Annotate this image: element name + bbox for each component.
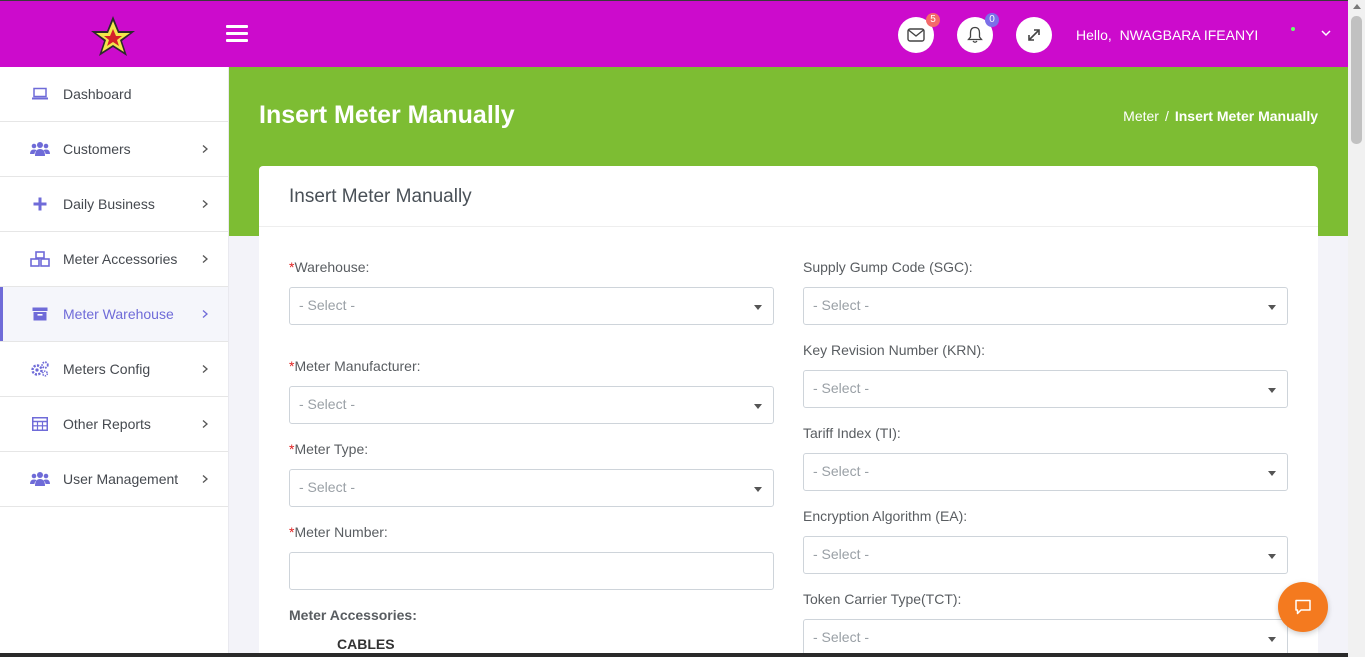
- users-icon: [30, 470, 50, 488]
- laptop-icon: [30, 85, 50, 103]
- meter-number-label: *Meter Number:: [289, 524, 388, 540]
- sidebar-item-daily-business[interactable]: Daily Business: [0, 177, 228, 232]
- chevron-down-icon[interactable]: [1321, 29, 1331, 37]
- chevron-right-icon: [202, 310, 208, 318]
- bottom-edge: [0, 653, 1348, 657]
- bell-icon: [967, 26, 983, 43]
- online-status-dot: [1291, 27, 1295, 31]
- encryption-algorithm-select[interactable]: - Select -: [803, 536, 1288, 574]
- breadcrumb-current: Insert Meter Manually: [1174, 108, 1318, 124]
- accessory-item-cables[interactable]: CABLES: [337, 636, 395, 652]
- fullscreen-button[interactable]: [1016, 17, 1052, 53]
- chat-icon: [1295, 599, 1311, 615]
- caret-down-icon: [1268, 388, 1276, 393]
- cogs-icon: [30, 360, 50, 378]
- plus-icon: [30, 195, 50, 213]
- archive-icon: [30, 305, 50, 323]
- sgc-select[interactable]: - Select -: [803, 287, 1288, 325]
- meter-manufacturer-select[interactable]: - Select -: [289, 386, 774, 424]
- caret-down-icon: [1268, 637, 1276, 642]
- chevron-right-icon: [202, 420, 208, 428]
- sidebar-item-meters-config[interactable]: Meters Config: [0, 342, 228, 397]
- warehouse-label: *Warehouse:: [289, 259, 370, 275]
- sidebar-item-customers[interactable]: Customers: [0, 122, 228, 177]
- tariff-index-label: Tariff Index (TI):: [803, 425, 901, 441]
- page-title: Insert Meter Manually: [259, 101, 515, 129]
- notifications-button[interactable]: 0: [957, 13, 999, 53]
- notifications-badge: 0: [985, 13, 999, 27]
- sidebar-item-label: Meter Warehouse: [63, 306, 174, 322]
- breadcrumb: Meter / Insert Meter Manually: [1123, 108, 1318, 124]
- warehouse-select[interactable]: - Select -: [289, 287, 774, 325]
- chevron-right-icon: [202, 365, 208, 373]
- chevron-right-icon: [202, 255, 208, 263]
- top-bar: 5 0 Hello, NWAGBARA IFEANYI: [0, 0, 1348, 67]
- caret-down-icon: [754, 487, 762, 492]
- meter-number-input[interactable]: [289, 552, 774, 590]
- meter-manufacturer-label: *Meter Manufacturer:: [289, 358, 421, 374]
- meter-accessories-label: Meter Accessories:: [289, 607, 417, 623]
- cubes-icon: [30, 250, 50, 268]
- caret-down-icon: [1268, 471, 1276, 476]
- encryption-algorithm-label: Encryption Algorithm (EA):: [803, 508, 968, 524]
- sidebar: Dashboard Customers Daily Business Meter…: [0, 67, 229, 657]
- user-greeting[interactable]: Hello, NWAGBARA IFEANYI: [1076, 27, 1258, 43]
- krn-label: Key Revision Number (KRN):: [803, 342, 986, 358]
- krn-select[interactable]: - Select -: [803, 370, 1288, 408]
- users-icon: [30, 140, 50, 158]
- meter-type-label: *Meter Type:: [289, 441, 369, 457]
- page-scrollbar[interactable]: [1348, 0, 1365, 657]
- token-carrier-type-select[interactable]: - Select -: [803, 619, 1288, 657]
- tariff-index-select[interactable]: - Select -: [803, 453, 1288, 491]
- menu-toggle-button[interactable]: [226, 25, 248, 45]
- sidebar-item-label: Meter Accessories: [63, 251, 178, 267]
- breadcrumb-separator: /: [1164, 108, 1169, 124]
- sgc-label: Supply Gump Code (SGC):: [803, 259, 973, 275]
- sidebar-item-other-reports[interactable]: Other Reports: [0, 397, 228, 452]
- token-carrier-type-label: Token Carrier Type(TCT):: [803, 591, 962, 607]
- sidebar-item-dashboard[interactable]: Dashboard: [0, 67, 228, 122]
- sidebar-item-label: Daily Business: [63, 196, 155, 212]
- caret-down-icon: [1268, 305, 1276, 310]
- chat-button[interactable]: [1278, 582, 1328, 632]
- table-icon: [30, 415, 50, 433]
- sidebar-item-meter-accessories[interactable]: Meter Accessories: [0, 232, 228, 287]
- chevron-right-icon: [202, 475, 208, 483]
- card-title: Insert Meter Manually: [259, 166, 1318, 227]
- chevron-right-icon: [202, 145, 208, 153]
- scrollbar-thumb[interactable]: [1351, 16, 1362, 144]
- expand-icon: [1028, 29, 1040, 41]
- sidebar-item-meter-warehouse[interactable]: Meter Warehouse: [0, 287, 228, 342]
- sidebar-item-label: Meters Config: [63, 361, 151, 377]
- sidebar-item-label: Dashboard: [63, 86, 132, 102]
- star-logo-icon[interactable]: [88, 14, 138, 58]
- meter-type-select[interactable]: - Select -: [289, 469, 774, 507]
- breadcrumb-link-meter[interactable]: Meter: [1123, 108, 1159, 124]
- caret-down-icon: [754, 404, 762, 409]
- sidebar-item-label: User Management: [63, 471, 179, 487]
- chevron-right-icon: [202, 200, 208, 208]
- envelope-icon: [907, 28, 925, 42]
- sidebar-item-label: Other Reports: [63, 416, 151, 432]
- messages-button[interactable]: 5: [898, 13, 940, 53]
- caret-down-icon: [1268, 554, 1276, 559]
- caret-down-icon: [754, 305, 762, 310]
- sidebar-item-user-management[interactable]: User Management: [0, 452, 228, 507]
- messages-badge: 5: [926, 13, 940, 27]
- scroll-up-arrow-icon[interactable]: [1353, 4, 1361, 9]
- sidebar-item-label: Customers: [63, 141, 131, 157]
